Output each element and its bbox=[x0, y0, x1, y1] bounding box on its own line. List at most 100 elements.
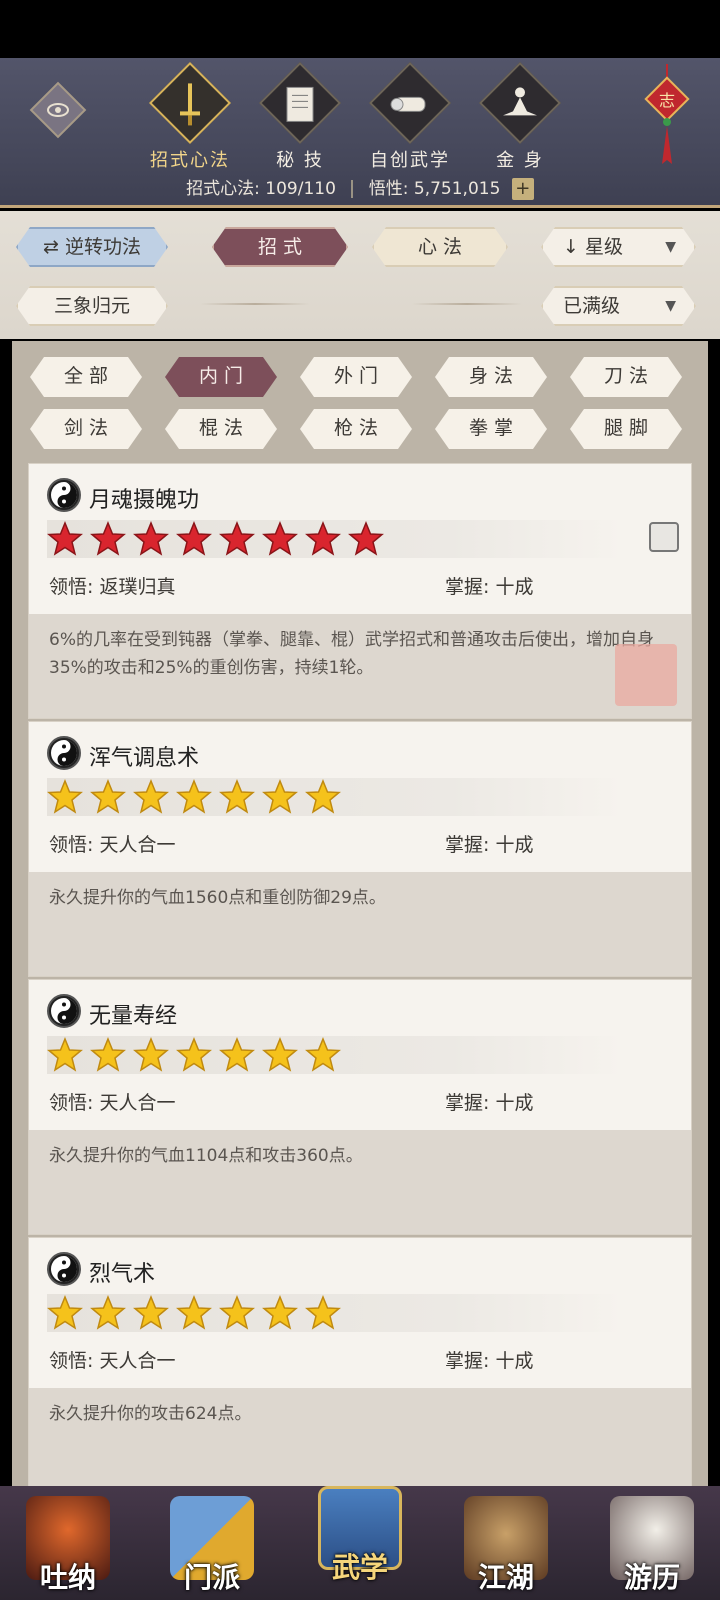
chevron-down-icon: ▼ bbox=[665, 298, 676, 314]
level-label: 已满级 bbox=[563, 295, 621, 317]
category-tab[interactable]: 刀 法 bbox=[570, 357, 682, 397]
category-tab[interactable]: 内 门 bbox=[165, 357, 277, 397]
star-icon bbox=[47, 779, 83, 814]
tab-label: 自创武学 bbox=[370, 150, 450, 171]
star-icon bbox=[90, 779, 126, 814]
skill-card[interactable]: 烈气术领悟: 天人合一 掌握: 十成永久提升你的攻击624点。 bbox=[28, 1237, 692, 1493]
tab-custom-martial[interactable]: 自创武学 bbox=[360, 61, 460, 172]
reverse-skill-label: 逆转功法 bbox=[64, 236, 141, 258]
insight-level: 领悟: 天人合一 bbox=[49, 1350, 176, 1372]
nav-label: 江湖 bbox=[477, 1561, 534, 1594]
nav-sect[interactable]: 门派 bbox=[152, 1496, 272, 1600]
insight-level: 领悟: 天人合一 bbox=[49, 834, 176, 856]
star-icon bbox=[133, 1037, 169, 1072]
star-icon bbox=[47, 521, 83, 556]
nav-tuna[interactable]: 吐纳 bbox=[8, 1496, 128, 1600]
star-icon bbox=[90, 1295, 126, 1330]
eye-button[interactable] bbox=[29, 81, 87, 139]
top-bar: 招式心法 秘 技 自创武学 金 身 志 招式心法: 109/110 悟性: 5,… bbox=[0, 58, 720, 208]
divider bbox=[351, 180, 354, 198]
skill-description: 永久提升你的攻击624点。 bbox=[29, 1388, 691, 1492]
star-icon bbox=[262, 521, 298, 556]
skill-list-panel: 全 部内 门外 门身 法刀 法剑 法棍 法枪 法拳 掌腿 脚 月魂摄魄功领悟: … bbox=[12, 341, 708, 1493]
star-rating bbox=[47, 778, 623, 816]
add-insight-button[interactable]: + bbox=[511, 178, 534, 200]
skill-name: 烈气术 bbox=[89, 1262, 156, 1287]
status-bar bbox=[0, 0, 720, 58]
tab-secret-skill[interactable]: 秘 技 bbox=[250, 61, 350, 172]
star-icon bbox=[176, 521, 212, 556]
star-icon bbox=[262, 1295, 298, 1330]
mastery-level: 掌握: 十成 bbox=[445, 1092, 534, 1114]
nav-label: 吐纳 bbox=[39, 1561, 96, 1594]
skill-card-header: 无量寿经领悟: 天人合一 掌握: 十成 bbox=[29, 980, 691, 1130]
nav-travel[interactable]: 游历 bbox=[592, 1496, 712, 1600]
skill-card-header: 烈气术领悟: 天人合一 掌握: 十成 bbox=[29, 1238, 691, 1388]
nav-martial-arts[interactable]: 武学 bbox=[300, 1486, 420, 1590]
insight-level: 领悟: 返璞归真 bbox=[49, 576, 176, 598]
sanxiang-button[interactable]: 三象归元 bbox=[16, 286, 168, 326]
skill-card[interactable]: 无量寿经领悟: 天人合一 掌握: 十成永久提升你的气血1104点和攻击360点。 bbox=[28, 979, 692, 1235]
nav-label: 门派 bbox=[183, 1561, 240, 1594]
eye-icon bbox=[47, 103, 69, 117]
skill-card-header: 浑气调息术 领悟: 天人合一 掌握: 十成 bbox=[29, 722, 691, 872]
meditation-icon bbox=[503, 87, 537, 116]
svg-text:志: 志 bbox=[659, 91, 675, 110]
book-icon bbox=[286, 86, 314, 122]
star-rating bbox=[47, 1294, 623, 1332]
skill-description: 永久提升你的气血1104点和攻击360点。 bbox=[29, 1130, 691, 1234]
tab-mind[interactable]: 心 法 bbox=[372, 227, 508, 267]
insight-value: 悟性: 5,751,015 bbox=[368, 179, 501, 199]
chevron-down-icon: ▼ bbox=[665, 239, 676, 255]
star-icon bbox=[305, 1295, 341, 1330]
scroll-icon bbox=[390, 96, 426, 112]
skill-name: 无量寿经 bbox=[89, 1004, 178, 1029]
star-icon bbox=[219, 521, 255, 556]
tab-golden-body[interactable]: 金 身 bbox=[470, 61, 570, 172]
star-icon bbox=[90, 521, 126, 556]
nav-label: 武学 bbox=[331, 1551, 388, 1584]
mastery-level: 掌握: 十成 bbox=[445, 1350, 534, 1372]
insight-level: 领悟: 天人合一 bbox=[49, 1092, 176, 1114]
star-icon bbox=[262, 779, 298, 814]
category-tab[interactable]: 拳 掌 bbox=[435, 409, 547, 449]
sort-label: 星级 bbox=[584, 236, 623, 258]
skill-name: 浑气调息术 bbox=[89, 746, 200, 771]
star-icon bbox=[348, 521, 384, 556]
star-icon bbox=[219, 1037, 255, 1072]
level-dropdown[interactable]: 已满级 ▼ bbox=[541, 286, 696, 326]
category-tab[interactable]: 剑 法 bbox=[30, 409, 142, 449]
category-tab[interactable]: 外 门 bbox=[300, 357, 412, 397]
star-icon bbox=[133, 1295, 169, 1330]
description-text: 永久提升你的气血1104点和攻击360点。 bbox=[49, 1146, 363, 1166]
ring-icon[interactable] bbox=[649, 522, 679, 552]
category-tab[interactable]: 全 部 bbox=[30, 357, 142, 397]
sort-dropdown[interactable]: ↓ 星级 ▼ bbox=[541, 227, 696, 267]
reverse-skill-button[interactable]: ⇄ 逆转功法 bbox=[16, 227, 168, 267]
lucky-knot-icon[interactable]: 志 bbox=[642, 64, 692, 174]
description-text: 6%的几率在受到钝器（掌拳、腿靠、棍）武学招式和普通攻击后使出，增加自身35%的… bbox=[49, 630, 654, 678]
skill-card[interactable]: 浑气调息术 领悟: 天人合一 掌握: 十成 永久提升你的气血1560点和重创防御29点… bbox=[28, 721, 692, 977]
star-icon bbox=[133, 521, 169, 556]
skill-name: 月魂摄魄功 bbox=[89, 488, 200, 513]
nav-jianghu[interactable]: 江湖 bbox=[446, 1496, 566, 1600]
star-icon bbox=[262, 1037, 298, 1072]
tab-skill-mind[interactable]: 招式心法 bbox=[140, 61, 240, 172]
tab-label: 秘 技 bbox=[276, 150, 324, 171]
category-tab[interactable]: 棍 法 bbox=[165, 409, 277, 449]
sort-down-icon: ↓ bbox=[563, 236, 579, 258]
category-tab[interactable]: 腿 脚 bbox=[570, 409, 682, 449]
decorative-line bbox=[200, 303, 310, 305]
category-tab[interactable]: 身 法 bbox=[435, 357, 547, 397]
stats-line: 招式心法: 109/110 悟性: 5,751,015 + bbox=[0, 174, 720, 200]
tab-label: 招式心法 bbox=[150, 150, 230, 171]
star-icon bbox=[305, 779, 341, 814]
star-rating bbox=[47, 520, 623, 558]
mastery-level: 掌握: 十成 bbox=[445, 576, 534, 598]
swap-icon: ⇄ bbox=[43, 236, 59, 258]
category-tab[interactable]: 枪 法 bbox=[300, 409, 412, 449]
skill-card[interactable]: 月魂摄魄功领悟: 返璞归真 掌握: 十成 6%的几率在受到钝器（掌拳、腿靠、棍）武学… bbox=[28, 463, 692, 719]
tab-skill[interactable]: 招 式 bbox=[212, 227, 348, 267]
yin-yang-icon bbox=[47, 478, 81, 512]
star-icon bbox=[305, 521, 341, 556]
